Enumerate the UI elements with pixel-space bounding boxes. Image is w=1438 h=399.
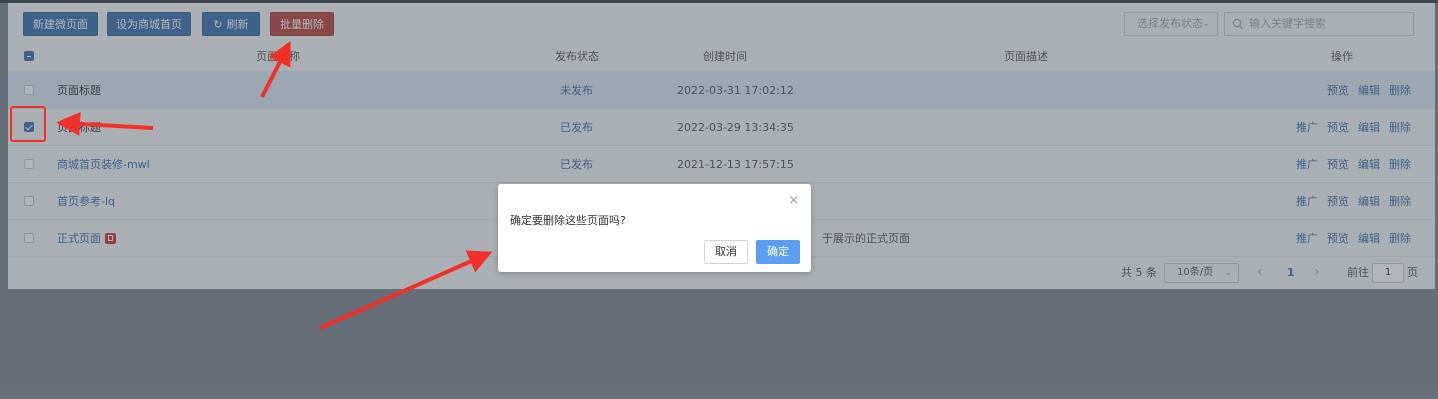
dialog-message: 确定要删除这些页面吗?	[510, 214, 626, 227]
confirm-delete-dialog: × 确定要删除这些页面吗? 取消 确定	[498, 184, 811, 272]
close-icon[interactable]: ×	[788, 194, 799, 208]
cancel-button[interactable]: 取消	[704, 240, 748, 264]
confirm-button[interactable]: 确定	[756, 240, 800, 264]
checkbox-highlight-box	[10, 106, 46, 142]
